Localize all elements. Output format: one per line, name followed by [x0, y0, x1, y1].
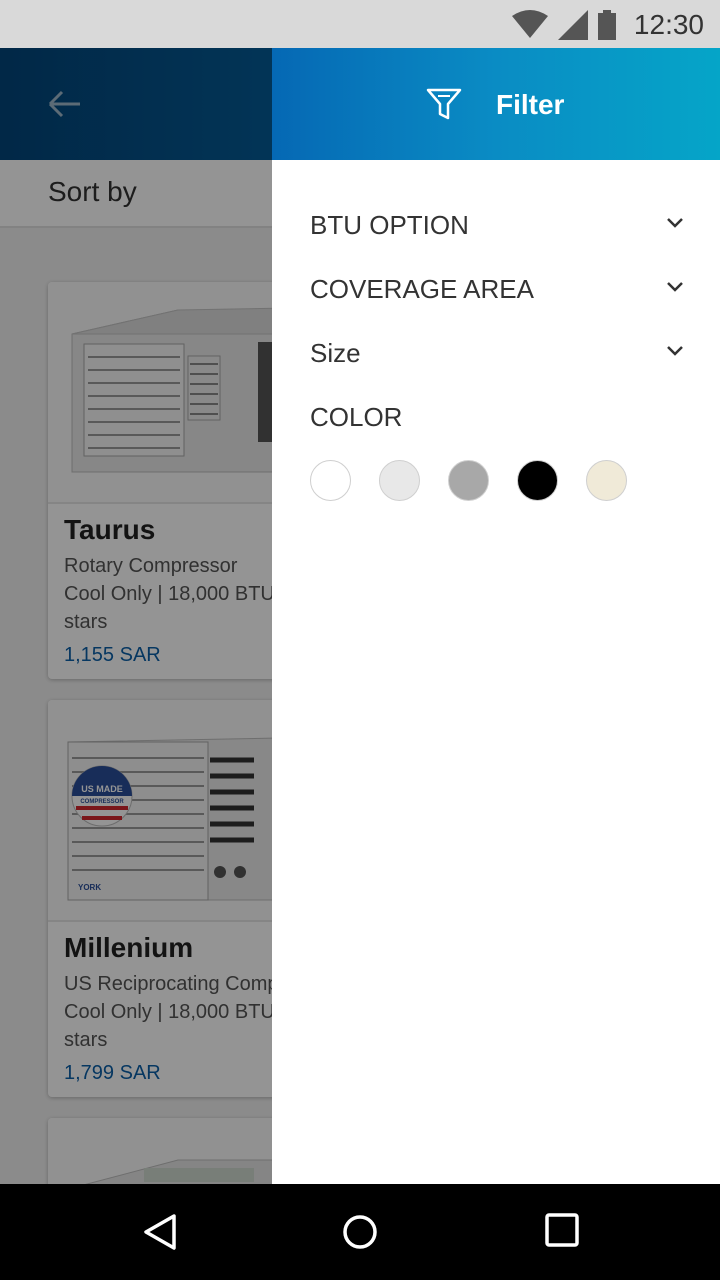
drawer-header: Filter — [272, 48, 720, 160]
color-swatch-light-gray[interactable] — [379, 460, 420, 501]
chevron-down-icon — [667, 346, 683, 356]
chevron-down-icon — [667, 218, 683, 228]
filter-coverage-area[interactable]: COVERAGE AREA — [310, 268, 686, 308]
recents-square-icon[interactable] — [544, 1212, 580, 1248]
status-time: 12:30 — [633, 9, 704, 40]
filter-label: Size — [310, 338, 361, 368]
color-swatch-black[interactable] — [517, 460, 558, 501]
filter-label: COVERAGE AREA — [310, 274, 534, 304]
filter-label: COLOR — [310, 402, 403, 432]
filter-drawer: Filter BTU OPTION COVERAGE AREA Size COL… — [272, 48, 720, 1184]
color-swatch-gray[interactable] — [448, 460, 489, 501]
filter-label: BTU OPTION — [310, 210, 469, 240]
system-nav-bar — [0, 1184, 720, 1280]
drawer-title: Filter — [496, 89, 565, 120]
wifi-icon — [511, 10, 548, 38]
status-icons: 12:30 — [511, 8, 704, 42]
filter-btu-option[interactable]: BTU OPTION — [310, 204, 686, 244]
color-swatch-beige[interactable] — [586, 460, 627, 501]
filter-size[interactable]: Size — [310, 332, 686, 372]
color-swatches — [310, 460, 627, 501]
color-swatch-white[interactable] — [310, 460, 351, 501]
filter-color-heading: COLOR — [310, 396, 686, 436]
chevron-down-icon — [667, 282, 683, 292]
back-triangle-icon[interactable] — [140, 1212, 180, 1252]
battery-icon — [597, 10, 616, 40]
status-bar: 12:30 — [0, 0, 720, 48]
filter-icon — [426, 88, 462, 120]
signal-icon — [557, 10, 588, 40]
home-circle-icon[interactable] — [340, 1212, 380, 1252]
